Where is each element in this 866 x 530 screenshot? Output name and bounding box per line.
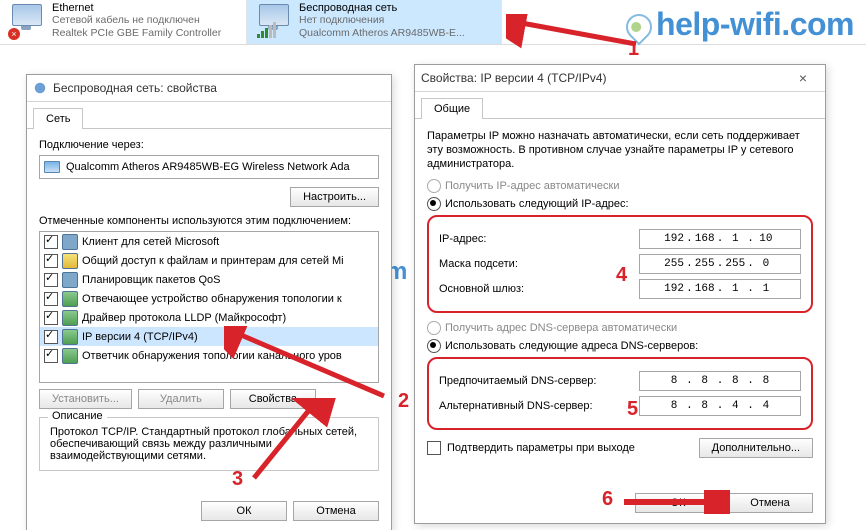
ok-button[interactable]: ОК [201,501,287,521]
radio-use-ip[interactable] [427,197,441,211]
ipv4-properties-window: Свойства: IP версии 4 (TCP/IPv4) × Общие… [414,64,826,524]
callout-1: 1 [628,38,639,61]
responder-icon [62,348,78,364]
disconnected-x-icon: × [8,28,20,40]
checkbox[interactable] [44,292,58,306]
ipv4-intro-text: Параметры IP можно назначать автоматичес… [427,129,813,171]
mask-label: Маска подсети: [439,258,639,270]
watermark-logo: help-wifi.com [626,6,854,43]
use-dns-label: Использовать следующие адреса DNS-сервер… [445,340,698,352]
checkbox[interactable] [44,235,58,249]
properties-button[interactable]: Свойства [230,389,316,409]
components-list[interactable]: Клиент для сетей Microsoft Общий доступ … [39,231,379,383]
tab-network[interactable]: Сеть [33,108,83,129]
dns1-input[interactable]: 8.8.8.8 [639,371,801,391]
ok-button[interactable]: ОК [635,493,721,513]
auto-dns-label: Получить адрес DNS-сервера автоматически [445,322,677,334]
wifi-item[interactable]: Беспроводная сеть Нет подключения Qualco… [247,0,502,44]
description-title: Описание [48,410,107,422]
ethernet-status: Сетевой кабель не подключен [52,14,221,27]
ethernet-adapter: Realtek PCIe GBE Family Controller [52,27,221,40]
radio-auto-ip[interactable] [427,179,441,193]
topology-icon [62,291,78,307]
gw-input[interactable]: 192.168.1.1 [639,279,801,299]
ipv4-icon [62,329,78,345]
list-item: Планировщик пакетов QoS [40,270,378,289]
wifi-status: Нет подключения [299,14,465,27]
auto-ip-label: Получить IP-адрес автоматически [445,180,619,192]
description-group: Описание Протокол TCP/IP. Стандартный пр… [39,417,379,471]
list-item: Клиент для сетей Microsoft [40,232,378,251]
wifi-adapter: Qualcomm Atheros AR9485WB-E... [299,27,465,40]
ip-label: IP-адрес: [439,233,639,245]
wifi-icon [255,2,293,40]
lldp-icon [62,310,78,326]
titlebar[interactable]: Беспроводная сеть: свойства [27,75,391,102]
adapter-card-icon [44,161,60,173]
components-label: Отмеченные компоненты используются этим … [39,215,379,227]
checkbox[interactable] [44,254,58,268]
list-item: Отвечающее устройство обнаружения тополо… [40,289,378,308]
ip-input[interactable]: 192.168.1.10 [639,229,801,249]
tab-general[interactable]: Общие [421,98,483,119]
wifi-props-icon [33,81,47,95]
radio-use-dns[interactable] [427,339,441,353]
adapter-name: Qualcomm Atheros AR9485WB-EG Wireless Ne… [66,161,350,173]
titlebar[interactable]: Свойства: IP версии 4 (TCP/IPv4) × [415,65,825,92]
adapter-properties-window: Беспроводная сеть: свойства Сеть Подключ… [26,74,392,530]
tabstrip: Сеть [27,102,391,129]
dns1-label: Предпочитаемый DNS-сервер: [439,375,639,387]
window-title: Свойства: IP версии 4 (TCP/IPv4) [421,71,607,85]
configure-button[interactable]: Настроить... [290,187,379,207]
window-title: Беспроводная сеть: свойства [53,81,217,95]
install-button[interactable]: Установить... [39,389,132,409]
list-item-ipv4: IP версии 4 (TCP/IPv4) [40,327,378,346]
validate-checkbox[interactable] [427,441,441,455]
list-item: Драйвер протокола LLDP (Майкрософт) [40,308,378,327]
client-icon [62,234,78,250]
validate-label: Подтвердить параметры при выходе [447,442,635,454]
signal-bars-icon [257,22,276,38]
wifi-title: Беспроводная сеть [299,2,465,14]
connect-via-label: Подключение через: [39,139,379,151]
checkbox[interactable] [44,273,58,287]
gw-label: Основной шлюз: [439,283,639,295]
use-ip-label: Использовать следующий IP-адрес: [445,198,629,210]
callout-4: 4 [616,264,627,287]
checkbox[interactable] [44,349,58,363]
qos-icon [62,272,78,288]
checkbox[interactable] [44,330,58,344]
ethernet-title: Ethernet [52,2,221,14]
adapter-combo[interactable]: Qualcomm Atheros AR9485WB-EG Wireless Ne… [39,155,379,179]
dns2-label: Альтернативный DNS-сервер: [439,400,639,412]
ethernet-item[interactable]: × Ethernet Сетевой кабель не подключен R… [0,0,247,44]
callout-3: 3 [232,468,243,491]
list-item: Ответчик обнаружения топологии канальног… [40,346,378,365]
callout-5: 5 [627,398,638,421]
list-item: Общий доступ к файлам и принтерам для се… [40,251,378,270]
description-text: Протокол TCP/IP. Стандартный протокол гл… [50,426,368,462]
cancel-button[interactable]: Отмена [727,493,813,513]
close-icon[interactable]: × [787,70,819,86]
tabstrip: Общие [415,92,825,119]
checkbox[interactable] [44,311,58,325]
mask-input[interactable]: 255.255.255.0 [639,254,801,274]
callout-6: 6 [602,488,613,511]
dns2-input[interactable]: 8.8.4.4 [639,396,801,416]
cancel-button[interactable]: Отмена [293,501,379,521]
dns-group: Предпочитаемый DNS-сервер: 8.8.8.8 Альте… [427,357,813,430]
radio-auto-dns [427,321,441,335]
advanced-button[interactable]: Дополнительно... [699,438,813,458]
callout-2: 2 [398,390,409,413]
remove-button[interactable]: Удалить [138,389,224,409]
ethernet-icon: × [8,2,46,40]
share-icon [62,253,78,269]
